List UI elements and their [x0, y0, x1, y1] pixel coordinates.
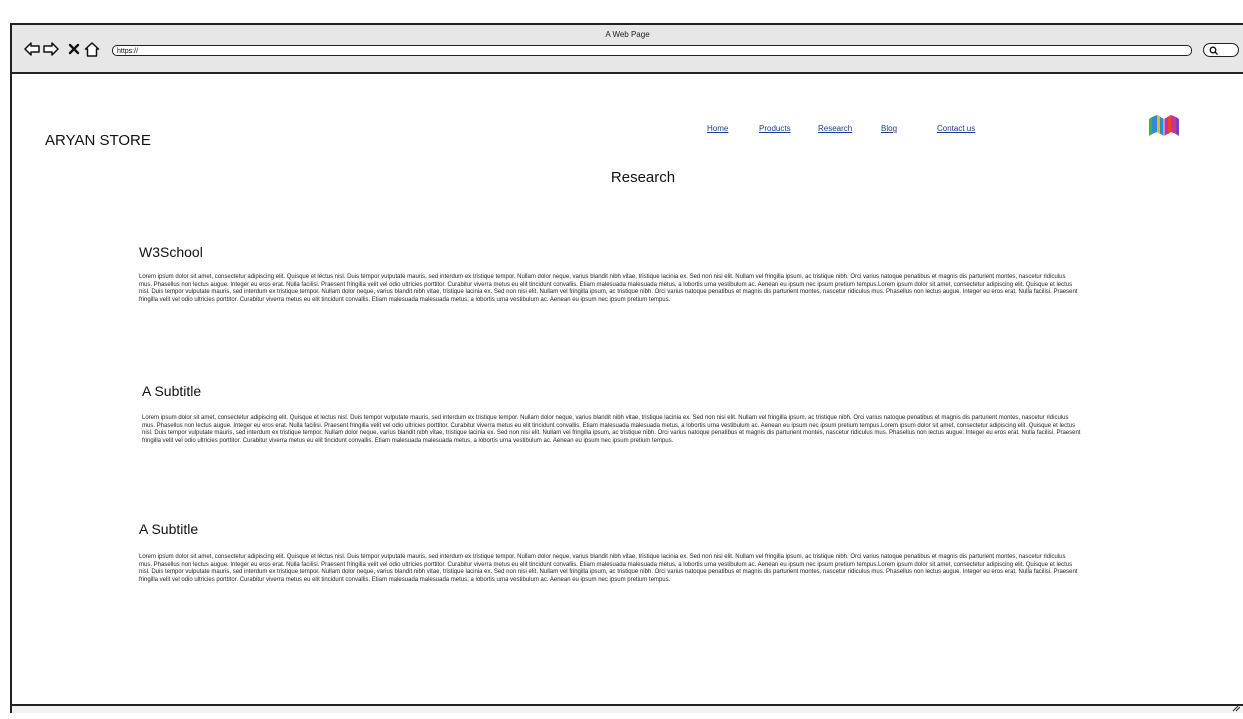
close-x-icon: [68, 43, 80, 55]
url-input[interactable]: https://: [112, 45, 1192, 56]
resize-handle-icon[interactable]: [1232, 706, 1240, 712]
content-section-1: W3School Lorem ipsum dolor sit amet, con…: [139, 244, 1079, 304]
search-button[interactable]: [1203, 43, 1239, 57]
back-button[interactable]: [24, 41, 40, 57]
home-icon: [84, 41, 100, 57]
nav-link-contact[interactable]: Contact us: [937, 124, 975, 133]
nav-link-research[interactable]: Research: [818, 124, 852, 133]
main-nav: Home Products Research Blog Contact us: [12, 124, 1243, 144]
search-icon: [1209, 46, 1218, 55]
browser-window: A Web Page https:// ARYAN STORE Home Pro…: [10, 23, 1243, 713]
window-title: A Web Page: [605, 30, 650, 39]
nav-link-products[interactable]: Products: [759, 124, 791, 133]
status-bar: [12, 704, 1243, 713]
nav-link-home[interactable]: Home: [707, 124, 728, 133]
section-body: Lorem ipsum dolor sit amet, consectetur …: [142, 415, 1081, 444]
section-body: Lorem ipsum dolor sit amet, consectetur …: [139, 274, 1078, 303]
back-arrow-icon: [24, 42, 40, 56]
forward-arrow-icon: [43, 42, 59, 56]
page-content: ARYAN STORE Home Products Research Blog …: [12, 74, 1243, 707]
section-heading: A Subtitle: [142, 383, 202, 399]
content-section-2: A Subtitle Lorem ipsum dolor sit amet, c…: [142, 383, 1082, 445]
forward-button[interactable]: [43, 41, 59, 57]
stop-button[interactable]: [66, 41, 82, 57]
content-section-3: A Subtitle Lorem ipsum dolor sit amet, c…: [139, 521, 1079, 584]
section-body: Lorem ipsum dolor sit amet, consectetur …: [139, 554, 1078, 583]
nav-link-blog[interactable]: Blog: [881, 124, 897, 133]
section-heading: W3School: [139, 244, 203, 260]
browser-chrome: A Web Page https://: [12, 25, 1243, 74]
book-logo-icon: [1148, 114, 1180, 143]
page-title: Research: [610, 169, 676, 186]
section-heading: A Subtitle: [139, 521, 199, 537]
home-button[interactable]: [84, 41, 100, 57]
